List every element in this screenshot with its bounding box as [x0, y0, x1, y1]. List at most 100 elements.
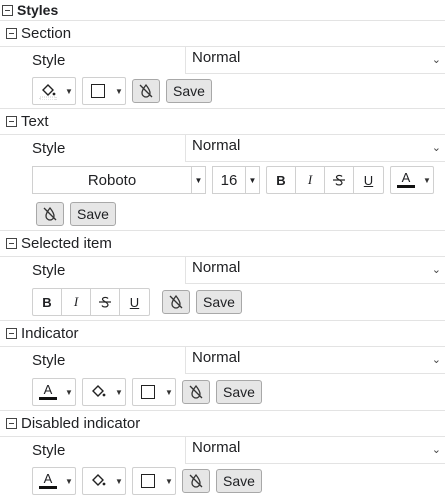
save-button[interactable]: Save	[216, 469, 262, 493]
strikethrough-icon	[99, 296, 111, 308]
selected-item-style-row: Style Normal ⌄	[0, 256, 445, 284]
fill-color-picker[interactable]: ▼	[32, 77, 76, 105]
selected-item-toolbar: B I U Save	[0, 284, 445, 320]
dropdown-arrow-icon[interactable]: ▼	[63, 379, 75, 405]
underline-button[interactable]: U	[120, 289, 149, 315]
square-border-icon	[83, 78, 113, 104]
chevron-down-icon: ⌄	[431, 264, 441, 276]
dropdown-arrow-icon: ▼	[191, 167, 205, 193]
underline-button[interactable]: U	[354, 167, 383, 193]
disabled-indicator-style-select[interactable]: Normal ⌄	[186, 437, 445, 464]
style-label: Style	[0, 347, 186, 374]
indicator-header[interactable]: Indicator	[0, 321, 445, 346]
section-title: Disabled indicator	[21, 415, 141, 432]
style-label: Style	[0, 47, 186, 74]
border-color-picker[interactable]: ▼	[82, 77, 126, 105]
chevron-down-icon: ⌄	[431, 354, 441, 366]
style-select-value: Normal	[192, 137, 241, 154]
collapse-icon[interactable]	[6, 238, 17, 249]
collapse-icon[interactable]	[6, 418, 17, 429]
strikethrough-button[interactable]	[91, 289, 120, 315]
chevron-down-icon: ⌄	[431, 54, 441, 66]
square-border-icon	[133, 379, 163, 405]
text-format-group: B I U	[32, 288, 150, 316]
reset-style-button[interactable]	[182, 380, 210, 404]
section-toolbar: ▼ ▼ Save	[0, 74, 445, 108]
collapse-icon[interactable]	[6, 28, 17, 39]
reset-style-button[interactable]	[162, 290, 190, 314]
no-style-icon	[43, 206, 57, 221]
fill-color-picker[interactable]: ▼	[82, 467, 126, 495]
indicator-toolbar: A ▼ ▼ ▼ Save	[0, 374, 445, 410]
collapse-icon[interactable]	[2, 4, 13, 16]
no-style-icon	[189, 384, 203, 399]
section-header[interactable]: Section	[0, 21, 445, 46]
paint-bucket-icon	[33, 78, 63, 104]
text-toolbar: Roboto ▼ 16 ▼ B I U A ▼	[0, 162, 445, 198]
dropdown-arrow-icon[interactable]: ▼	[113, 468, 125, 494]
style-select-value: Normal	[192, 439, 241, 456]
section-style-select[interactable]: Normal ⌄	[186, 47, 445, 74]
text-style-row: Style Normal ⌄	[0, 134, 445, 162]
dropdown-arrow-icon[interactable]: ▼	[63, 468, 75, 494]
collapse-icon[interactable]	[6, 328, 17, 339]
save-button[interactable]: Save	[166, 79, 212, 103]
section-style-row: Style Normal ⌄	[0, 46, 445, 74]
border-color-picker[interactable]: ▼	[132, 467, 176, 495]
font-size-value: 16	[220, 171, 238, 189]
style-select-value: Normal	[192, 49, 241, 66]
font-family-select[interactable]: Roboto ▼	[32, 166, 206, 194]
dropdown-arrow-icon[interactable]: ▼	[163, 468, 175, 494]
styles-header[interactable]: Styles	[0, 0, 445, 20]
strikethrough-icon	[333, 174, 345, 186]
style-label: Style	[0, 257, 186, 284]
disabled-indicator-style-row: Style Normal ⌄	[0, 436, 445, 464]
selected-item-header[interactable]: Selected item	[0, 231, 445, 256]
font-color-icon: A	[33, 379, 63, 405]
italic-button[interactable]: I	[62, 289, 91, 315]
collapse-icon[interactable]	[6, 116, 17, 127]
style-label: Style	[0, 135, 186, 162]
section-title: Section	[21, 25, 72, 42]
section-title: Selected item	[21, 235, 112, 252]
indicator-style-select[interactable]: Normal ⌄	[186, 347, 445, 374]
reset-style-button[interactable]	[36, 202, 64, 226]
font-color-picker[interactable]: A ▼	[32, 378, 76, 406]
dropdown-arrow-icon[interactable]: ▼	[113, 78, 125, 104]
save-button[interactable]: Save	[70, 202, 116, 226]
dropdown-arrow-icon[interactable]: ▼	[63, 78, 75, 104]
section-title: Indicator	[21, 325, 79, 342]
bold-button[interactable]: B	[33, 289, 62, 315]
style-select-value: Normal	[192, 259, 241, 276]
save-button[interactable]: Save	[196, 290, 242, 314]
font-color-picker[interactable]: A ▼	[390, 166, 434, 194]
strikethrough-button[interactable]	[325, 167, 354, 193]
no-style-icon	[169, 294, 183, 309]
reset-style-button[interactable]	[132, 79, 160, 103]
border-color-picker[interactable]: ▼	[132, 378, 176, 406]
text-style-select[interactable]: Normal ⌄	[186, 135, 445, 162]
section-title: Text	[21, 113, 49, 130]
font-size-select[interactable]: 16 ▼	[212, 166, 260, 194]
disabled-indicator-toolbar: A ▼ ▼ ▼ Save	[0, 464, 445, 498]
save-button[interactable]: Save	[216, 380, 262, 404]
font-color-icon: A	[33, 468, 63, 494]
styles-title: Styles	[17, 2, 59, 18]
selected-item-style-select[interactable]: Normal ⌄	[186, 257, 445, 284]
indicator-style-row: Style Normal ⌄	[0, 346, 445, 374]
font-color-picker[interactable]: A ▼	[32, 467, 76, 495]
disabled-indicator-header[interactable]: Disabled indicator	[0, 411, 445, 436]
fill-color-picker[interactable]: ▼	[82, 378, 126, 406]
text-format-group: B I U	[266, 166, 384, 194]
chevron-down-icon: ⌄	[431, 142, 441, 154]
text-header[interactable]: Text	[0, 109, 445, 134]
dropdown-arrow-icon[interactable]: ▼	[113, 379, 125, 405]
dropdown-arrow-icon[interactable]: ▼	[163, 379, 175, 405]
no-style-icon	[139, 83, 153, 98]
bold-button[interactable]: B	[267, 167, 296, 193]
italic-button[interactable]: I	[296, 167, 325, 193]
paint-bucket-icon	[83, 379, 113, 405]
reset-style-button[interactable]	[182, 469, 210, 493]
font-family-value: Roboto	[87, 171, 137, 189]
dropdown-arrow-icon[interactable]: ▼	[421, 167, 433, 193]
